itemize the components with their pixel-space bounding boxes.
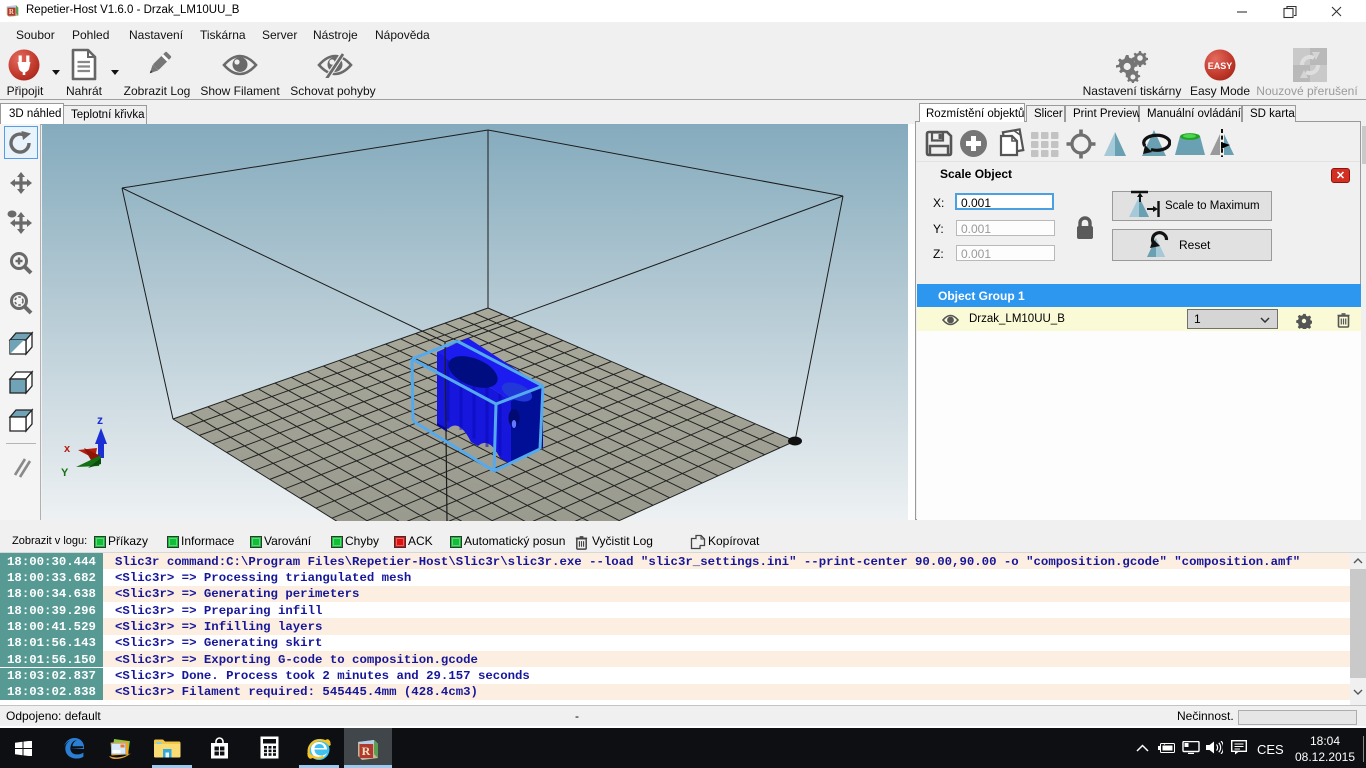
- svg-text:x: x: [64, 443, 71, 455]
- svg-text:z: z: [97, 413, 103, 427]
- svg-text:EASY: EASY: [1208, 61, 1233, 71]
- svg-text:Y: Y: [61, 467, 69, 479]
- svg-text:R: R: [362, 744, 371, 758]
